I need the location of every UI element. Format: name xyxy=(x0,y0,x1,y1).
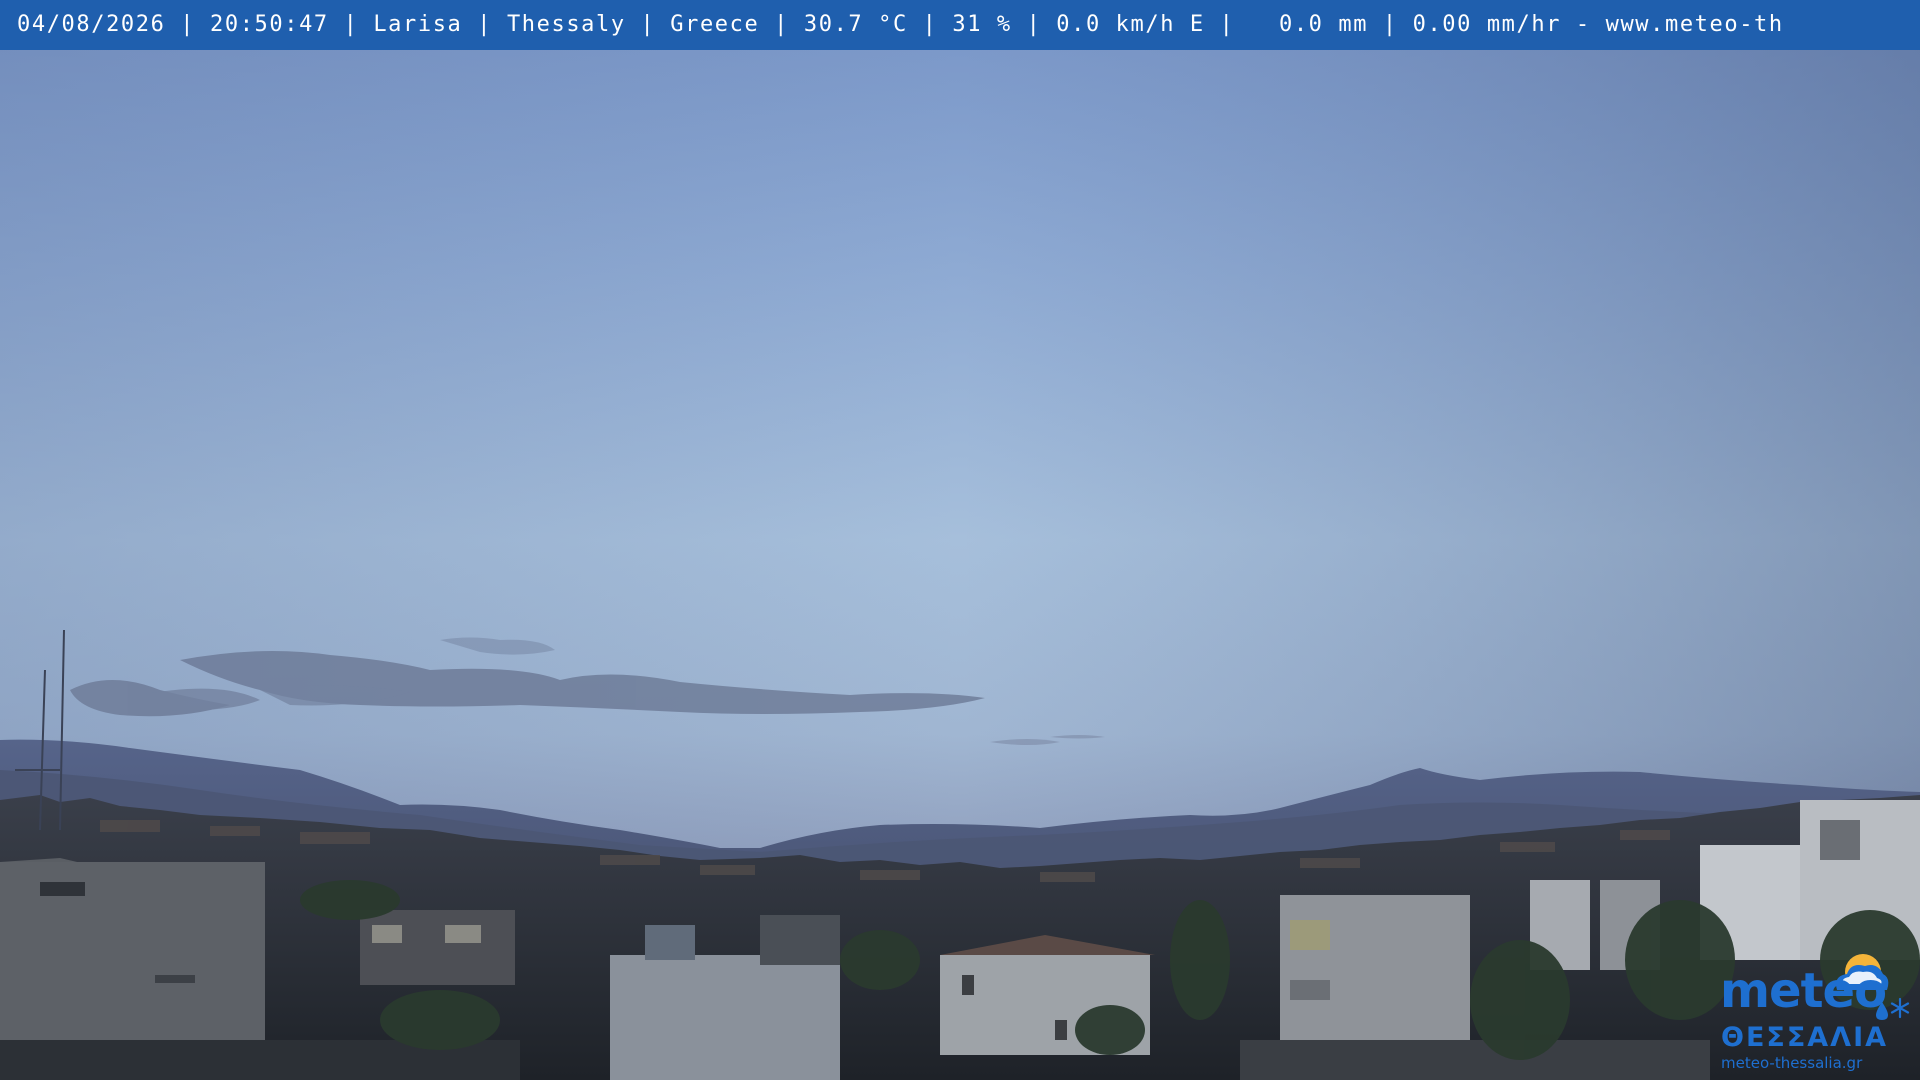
webcam-frame: 04/08/2026 | 20:50:47 | Larisa | Thessal… xyxy=(0,0,1920,1080)
humidity-readout: 31 % xyxy=(952,12,1012,37)
rain-rate-readout: 0.00 mm/hr xyxy=(1412,12,1562,37)
region-label: Thessaly xyxy=(506,12,626,37)
logo-region-text: ΘΕΣΣΑΛΙΑ xyxy=(1721,1022,1889,1053)
rain-total-readout: 0.0 mm xyxy=(1278,12,1369,37)
snowflake-icon xyxy=(1890,997,1910,1019)
country-label: Greece xyxy=(670,12,760,37)
date-readout: 04/08/2026 xyxy=(17,12,166,37)
weather-info-bar: 04/08/2026 | 20:50:47 | Larisa | Thessal… xyxy=(0,0,1920,50)
website-label: www.meteo-th xyxy=(1605,12,1784,37)
logo-wordmark: meteo xyxy=(1720,963,1887,1019)
time-readout: 20:50:47 xyxy=(210,12,329,37)
webcam-scene xyxy=(0,0,1920,1080)
temperature-readout: 30.7 °C xyxy=(803,12,908,37)
meteo-thessalia-logo: meteo ΘΕΣΣΑΛΙΑ meteo-thessalia.gr xyxy=(1715,945,1915,1075)
wind-readout: 0.0 km/h E xyxy=(1056,12,1205,37)
logo-url-text: meteo-thessalia.gr xyxy=(1721,1054,1863,1072)
city-label: Larisa xyxy=(373,12,463,37)
